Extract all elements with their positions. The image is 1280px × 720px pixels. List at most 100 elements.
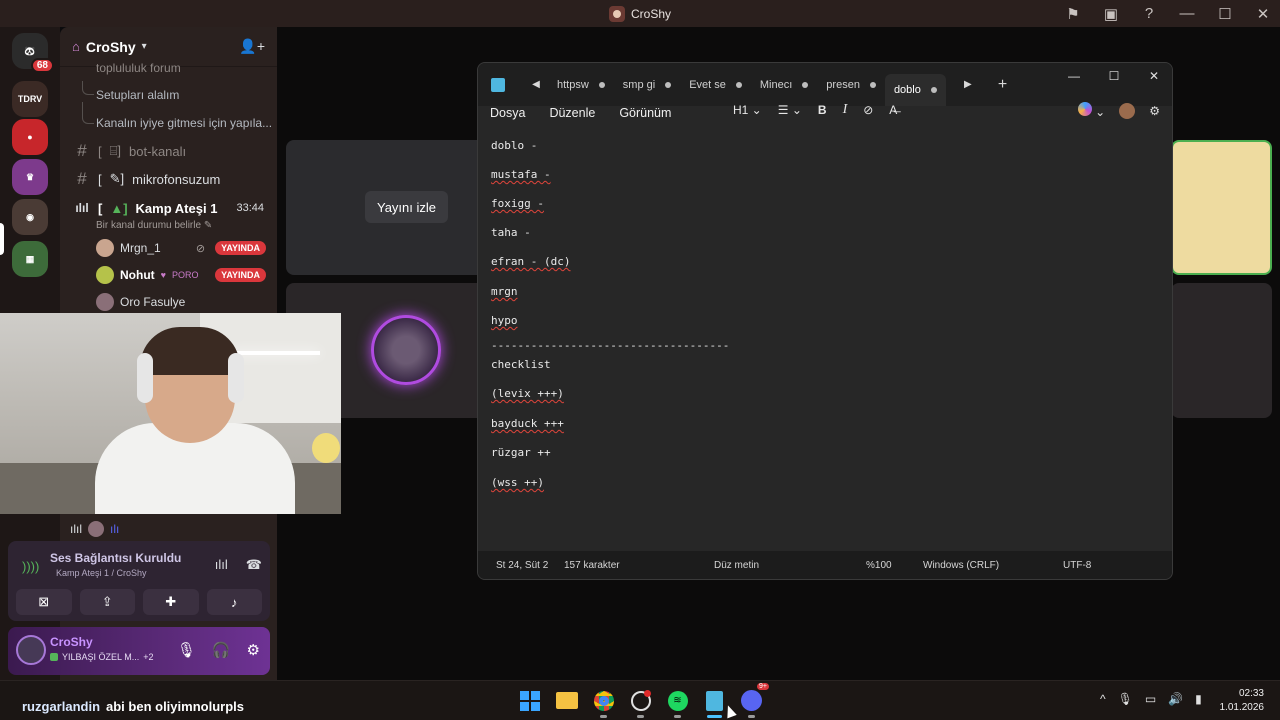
channel-bot-kanali[interactable]: # [ ⌸] bot-kanalı — [74, 139, 274, 163]
microphone-slash-icon: ✎] — [109, 171, 125, 186]
notepad-taskbar-button[interactable] — [703, 689, 726, 718]
avatar — [88, 521, 104, 537]
discord-taskbar-button[interactable]: 9+ — [740, 683, 769, 718]
notepad-tab[interactable]: smp gi — [614, 70, 680, 100]
voice-status[interactable]: Ses Bağlantısı Kuruldu — [50, 551, 181, 565]
gear-icon[interactable]: ⚙ — [1149, 104, 1160, 118]
tab-scroll-right-icon[interactable]: ▶ — [956, 79, 980, 90]
voice-channel-link[interactable]: Kamp Ateşi 1 / CroShy — [56, 568, 147, 578]
obs-button[interactable] — [629, 689, 652, 718]
gear-icon[interactable]: ⚙ — [247, 641, 260, 659]
maximize-icon[interactable]: ☐ — [1216, 5, 1234, 23]
dm-badge: 68 — [30, 58, 54, 73]
inbox-icon[interactable]: ▣ — [1102, 5, 1120, 23]
user-name[interactable]: CroShy — [50, 635, 93, 649]
menu-edit[interactable]: Düzenle — [549, 106, 595, 120]
chevron-up-icon[interactable]: ^ — [1100, 692, 1106, 706]
voice-speaking-indicator: ılıl ılı — [70, 521, 119, 537]
battery-icon[interactable]: ▮ — [1195, 692, 1202, 706]
minimize-icon[interactable]: — — [1054, 63, 1094, 89]
webcam-overlay — [0, 313, 341, 514]
file-explorer-button[interactable] — [555, 689, 578, 712]
voice-user[interactable]: Mrgn_1 ⊘ YAYINDA — [96, 237, 266, 259]
microphone-icon[interactable]: 🎙 — [177, 641, 196, 659]
network-icon[interactable]: ▭ — [1145, 692, 1156, 706]
server-icon-queen[interactable]: ♛ — [12, 159, 48, 195]
unsaved-dot-icon — [598, 81, 605, 88]
copilot-icon[interactable]: ⌄ — [1077, 102, 1105, 119]
heading-select[interactable]: H1 ⌄ — [733, 103, 762, 117]
avatar[interactable] — [1119, 102, 1136, 119]
channel-status[interactable]: Bir kanal durumu belirle ✎ — [96, 220, 212, 231]
link-icon[interactable]: ⊘ — [863, 103, 873, 117]
tab-scroll-left-icon[interactable]: ◀ — [524, 79, 548, 90]
volume-icon[interactable]: 🔊 — [1168, 692, 1183, 706]
avatar[interactable] — [16, 635, 46, 665]
camera-off-button[interactable]: ⊠ — [16, 589, 72, 615]
text-format[interactable]: Düz metin — [714, 560, 759, 571]
voice-user[interactable]: Nohut ♥ PORO YAYINDA — [96, 264, 266, 286]
chat-message: abi ben oliyimnolurpls — [106, 699, 244, 714]
start-button[interactable] — [518, 689, 541, 712]
close-icon[interactable]: ✕ — [1134, 63, 1172, 89]
notepad-text-area[interactable]: doblo - mustafa - foxigg - taha - efran … — [478, 133, 1172, 553]
channel-mikrofonsuzum[interactable]: # [ ✎] mikrofonsuzum — [74, 167, 274, 191]
leaf-icon: ▲] — [110, 200, 128, 216]
text-line-content: bayduck +++ — [491, 417, 564, 430]
italic-icon[interactable]: I — [843, 102, 848, 118]
zoom-level[interactable]: %100 — [866, 560, 892, 571]
activities-button[interactable]: ✚ — [143, 589, 199, 615]
bold-icon[interactable]: B — [818, 103, 827, 117]
server-icon-red[interactable]: ● — [12, 119, 48, 155]
signal-icon: )))) — [22, 559, 40, 574]
server-icon-croshy[interactable]: ◉ — [12, 199, 48, 235]
notepad-tab[interactable]: Minecı — [751, 70, 817, 100]
chrome-button[interactable] — [592, 689, 615, 718]
watch-stream-button[interactable]: Yayını izle — [365, 191, 448, 223]
channel-prefix: [ — [98, 171, 102, 187]
taskbar-clock[interactable]: 02:33 1.01.2026 — [1220, 687, 1265, 715]
disconnect-icon[interactable]: ☎ — [246, 557, 262, 573]
running-indicator — [674, 715, 681, 718]
server-icon-minecraft[interactable]: ▦ — [12, 241, 48, 277]
soundboard-button[interactable]: ♪ — [206, 589, 262, 615]
tab-label: Evet se — [689, 78, 726, 91]
server-icon-tdrvs[interactable]: TDRV — [12, 81, 48, 117]
thread-item[interactable]: Kanalın iyiye gitmesi için yapıla... — [96, 116, 272, 130]
flag-icon[interactable]: ⚑ — [1064, 5, 1082, 23]
thread-item[interactable]: toplululuk forum — [96, 61, 181, 75]
minimize-icon[interactable]: — — [1178, 5, 1196, 22]
spotify-button[interactable]: ≋ — [666, 689, 689, 718]
thread-item[interactable]: Setupları alalım — [96, 88, 179, 102]
stream-tile[interactable] — [1171, 140, 1272, 275]
text-line: doblo - — [491, 139, 538, 152]
maximize-icon[interactable]: ☐ — [1094, 63, 1134, 89]
voice-channel-kamp-atesi[interactable]: ılıl [ ▲] Kamp Ateşi 1 33:44 — [74, 196, 274, 220]
list-icon[interactable]: ☰ ⌄ — [778, 103, 802, 117]
line-ending[interactable]: Windows (CRLF) — [923, 560, 999, 571]
direct-messages-icon[interactable]: 🐼 68 — [12, 33, 54, 73]
chrome-icon — [593, 690, 614, 711]
new-tab-icon[interactable]: + — [998, 76, 1007, 94]
running-indicator — [637, 715, 644, 718]
active-indicator — [707, 715, 722, 718]
screen-share-button[interactable]: ⇪ — [79, 589, 135, 615]
clear-formatting-icon[interactable]: A̶ — [889, 103, 897, 117]
encoding[interactable]: UTF-8 — [1063, 560, 1091, 571]
text-line: hypo — [491, 314, 518, 327]
noise-suppression-icon[interactable]: ılıl — [215, 557, 228, 573]
help-icon[interactable]: ? — [1140, 5, 1158, 22]
user-status-text: YILBAŞI ÖZEL M... — [62, 652, 140, 662]
notepad-tab[interactable]: httpsw — [548, 70, 614, 100]
microphone-icon[interactable]: 🎙 — [1118, 692, 1133, 706]
add-user-icon[interactable]: 👤+ — [239, 38, 265, 55]
close-icon[interactable]: ✕ — [1254, 5, 1272, 23]
menu-file[interactable]: Dosya — [490, 106, 525, 120]
headphones-icon[interactable]: 🎧 — [212, 641, 231, 659]
notepad-tab[interactable]: presen — [817, 70, 885, 100]
stream-tile[interactable] — [1171, 283, 1272, 418]
notepad-tab[interactable]: Evet se — [680, 70, 751, 100]
avatar — [371, 315, 441, 385]
voice-user[interactable]: Oro Fasulye — [96, 291, 266, 313]
menu-view[interactable]: Görünüm — [619, 106, 671, 120]
